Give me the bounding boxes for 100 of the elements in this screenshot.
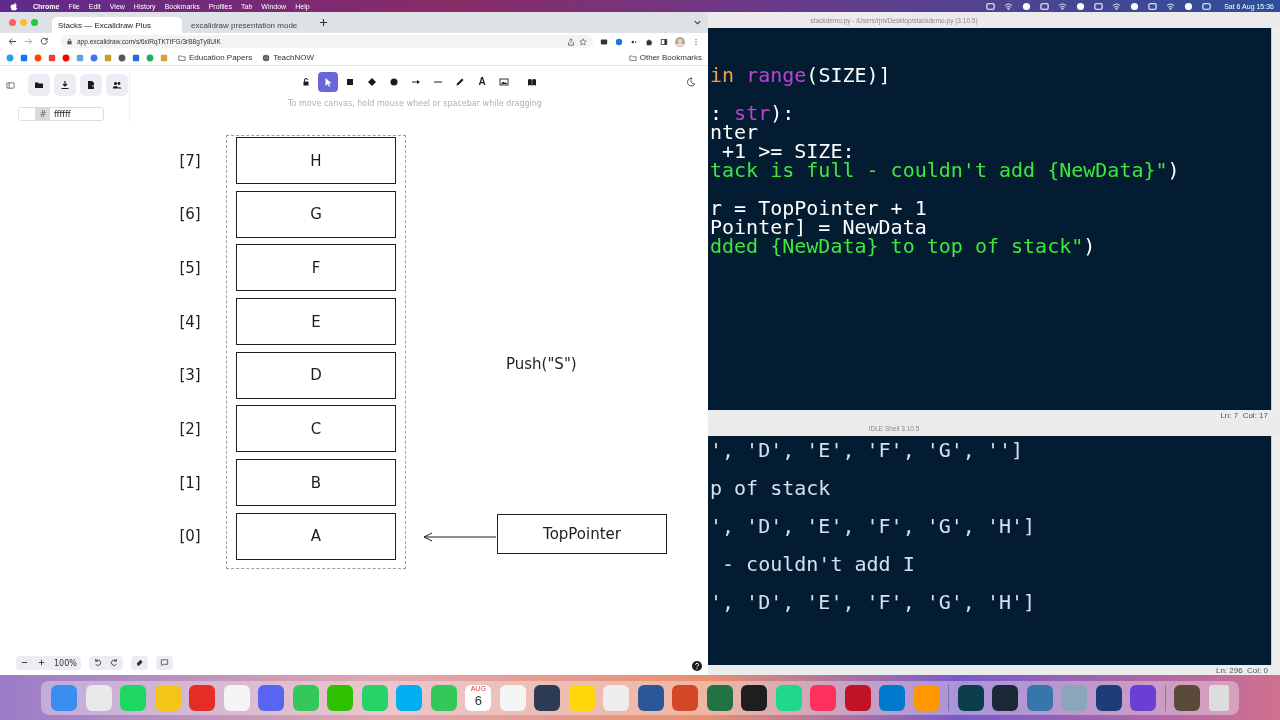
code-line: nter [710,123,760,142]
rectangle-icon [345,77,355,87]
chevron-icon[interactable] [693,18,702,27]
redo-icon [109,658,119,667]
app-icon[interactable] [957,684,984,711]
pointer-box: TopPointer [497,514,667,554]
comment-icon [159,658,169,667]
new-tab-icon[interactable] [319,18,328,27]
code-line: +1 >= SIZE: [722,142,856,161]
cursor-position: Ln: 296 Col: 0 [1215,665,1268,675]
app-icon[interactable] [637,684,664,711]
index-label: [4] [178,312,202,331]
code-line: r = TopPointer + 1 [710,199,928,218]
globe-icon [262,53,271,62]
code-line: dded {NewData} to top of stack") [710,237,1097,256]
star-icon[interactable] [579,37,587,46]
eraser-button[interactable] [130,656,148,670]
text-tool[interactable]: A [472,72,492,92]
app-icon[interactable] [992,684,1019,711]
stack-cell: A [236,512,396,560]
status-icon[interactable] [986,1,996,11]
bookmark[interactable]: TeachNOW [262,53,315,62]
stack-cell: E [236,298,396,346]
index-label: [6] [178,205,202,224]
status-icon[interactable] [1058,1,1068,11]
open-button[interactable] [28,74,50,96]
download-icon [60,80,70,90]
stack-cell: G [236,190,396,238]
plus-icon [37,658,46,667]
push-label: Push("S") [506,355,577,373]
more-icon[interactable] [692,37,700,46]
lock-icon [301,77,311,87]
stack-cell: B [236,459,396,507]
export-icon [86,80,96,90]
image-icon [499,77,509,87]
output-line: p of stack [710,479,832,498]
sidebar-toggle-icon[interactable] [6,80,15,90]
close-button[interactable] [9,19,16,26]
lock-icon [66,38,73,45]
color-swatch[interactable] [19,108,36,120]
index-label: [0] [178,527,202,546]
stack-cell: F [236,244,396,292]
sidebar-icon[interactable] [660,37,668,46]
select-icon [323,77,333,87]
output-line: ', 'D', 'E', 'F', 'G', 'H'] [710,593,1037,612]
comment-button[interactable] [155,656,173,670]
library-icon [527,77,537,87]
select-tool[interactable] [318,72,338,92]
save-button[interactable] [54,74,76,96]
stack-cell: H [236,137,396,184]
collaborate-button[interactable] [106,74,128,96]
help-icon[interactable] [692,661,702,671]
index-label: [3] [178,366,202,385]
bookmark-label: TeachNOW [273,53,315,62]
stack-cell: C [236,405,396,453]
status-icon[interactable] [1166,1,1176,11]
browser-tab[interactable]: excalidraw presentation mode [185,17,315,33]
share-icon[interactable] [567,37,575,46]
diamond-icon [367,77,377,87]
puzzle-icon[interactable] [645,37,653,46]
cursor-position: Ln: 7 Col: 17 [1220,410,1268,420]
reload-icon[interactable] [40,37,49,46]
folder-icon [34,80,44,90]
calendar-day: 6 [474,692,482,708]
stack-cell: D [236,351,396,399]
app-icon[interactable] [1095,684,1122,711]
output-line: ', 'D', 'E', 'F', 'G', ''] [710,441,1025,460]
ellipse-icon [389,77,399,87]
hint-text: To move canvas, hold mouse wheel or spacebar while dragging [287,99,543,108]
people-icon [112,80,122,90]
hash-label: # [36,108,50,120]
folder-icon[interactable] [1174,684,1201,711]
output-line: ', 'D', 'E', 'F', 'G', 'H'] [710,517,1037,536]
folder-icon [628,53,637,62]
status-icon[interactable] [1004,1,1014,11]
folder-icon [178,53,186,62]
eraser-icon [134,658,144,667]
forward-icon[interactable] [24,37,33,46]
app-icon[interactable] [534,684,561,711]
index-label: [5] [178,258,202,277]
app-icon[interactable] [741,684,768,711]
status-icon[interactable] [1112,1,1122,11]
index-label: [7] [178,151,202,170]
apple-icon[interactable] [10,1,18,11]
back-icon[interactable] [8,37,17,46]
code-line: Pointer] = NewData [710,218,928,237]
browser-tab[interactable]: Stacks — Excalidraw Plus [52,17,182,33]
index-label: [2] [178,419,202,438]
code-line: tack is full - couldn't add {NewData}") [710,161,1181,180]
undo-icon [92,658,102,667]
code-editor[interactable]: in range(SIZE)] : str): nter +1 >= SIZE: tack is full - couldn't add {NewData}") r = TopPointer + 1 Pointer] = NewData dded {NewData} to top of stack") [708,28,1271,410]
code-line: in range(SIZE)] [710,66,892,85]
output-line: - couldn't add I [721,555,916,574]
arrow-icon [411,77,421,87]
pencil-icon [455,77,465,87]
code-line: : str): [710,104,796,123]
avatar-icon[interactable] [675,36,685,47]
moon-icon[interactable] [686,77,696,87]
color-field[interactable]: # ffffff [18,107,104,121]
export-button[interactable] [80,74,102,96]
